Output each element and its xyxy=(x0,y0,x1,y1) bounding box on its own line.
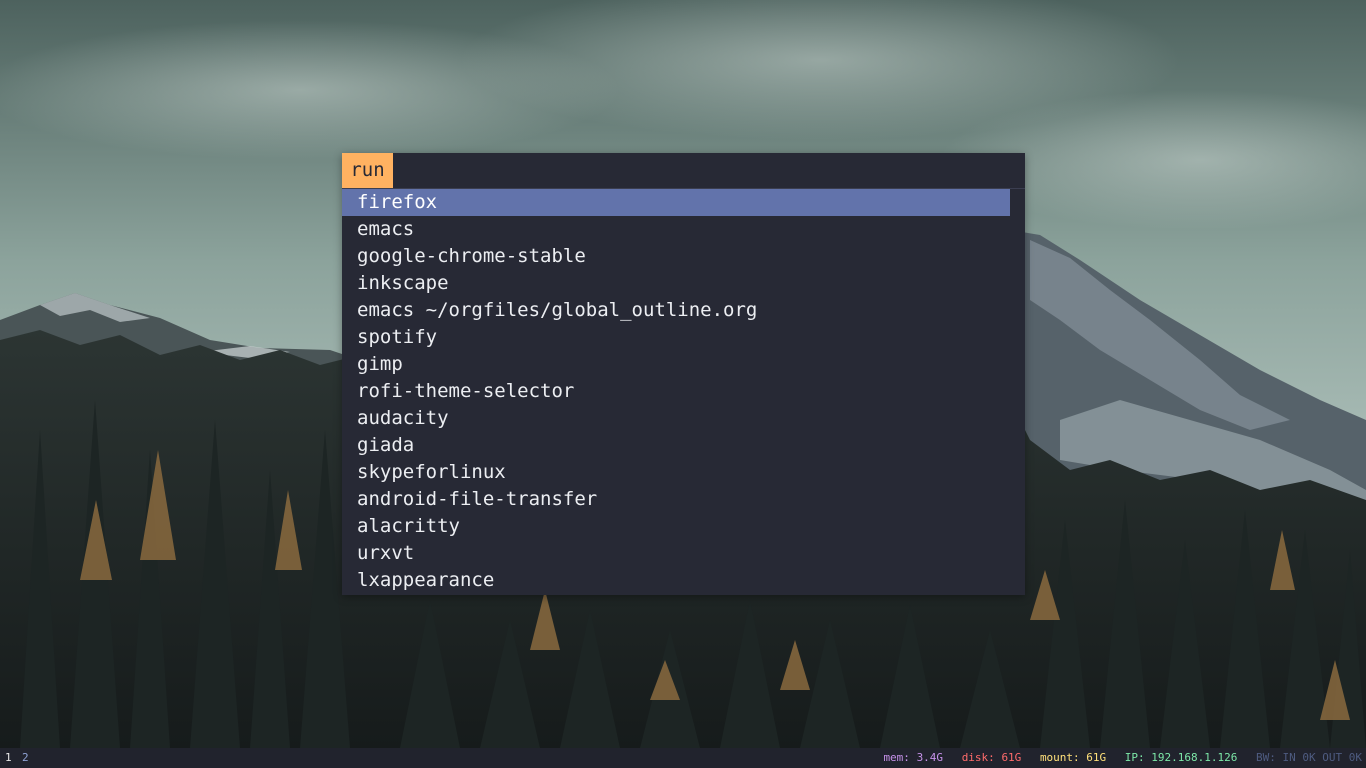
list-item[interactable]: emacs ~/orgfiles/global_outline.org xyxy=(342,297,1010,324)
list-item[interactable]: inkscape xyxy=(342,270,1010,297)
results-list: firefox emacs google-chrome-stable inksc… xyxy=(342,189,1025,594)
list-item[interactable]: gimp xyxy=(342,351,1010,378)
prompt-row: run xyxy=(342,153,1025,189)
ip-label: IP: xyxy=(1124,751,1152,764)
memory-label: mem: xyxy=(883,751,917,764)
list-item[interactable]: lxappearance xyxy=(342,567,1010,594)
list-item[interactable]: google-chrome-stable xyxy=(342,243,1010,270)
workspace-2-button[interactable]: 2 xyxy=(22,748,29,768)
memory-stat: mem: 3.4G xyxy=(883,751,943,764)
status-bar: 1 2 mem: 3.4G disk: 61G mount: 61G IP: 1… xyxy=(0,748,1366,768)
list-item[interactable]: rofi-theme-selector xyxy=(342,378,1010,405)
list-item[interactable]: skypeforlinux xyxy=(342,459,1010,486)
list-item[interactable]: firefox xyxy=(342,189,1010,216)
run-prompt-label: run xyxy=(342,153,393,188)
list-item[interactable]: emacs xyxy=(342,216,1010,243)
mount-value: 61G xyxy=(1086,751,1107,764)
ip-stat: IP: 192.168.1.126 xyxy=(1125,751,1238,764)
list-item[interactable]: alacritty xyxy=(342,513,1010,540)
bandwidth-label: BW: xyxy=(1256,751,1283,764)
mount-stat: mount: 61G xyxy=(1040,751,1106,764)
search-input[interactable] xyxy=(398,153,1018,188)
list-item[interactable]: spotify xyxy=(342,324,1010,351)
system-stats: mem: 3.4G disk: 61G mount: 61G IP: 192.1… xyxy=(871,748,1362,768)
memory-value: 3.4G xyxy=(916,751,944,764)
mount-label: mount: xyxy=(1039,751,1087,764)
disk-stat: disk: 61G xyxy=(962,751,1022,764)
bandwidth-stat: BW: IN 0K OUT 0K xyxy=(1256,751,1362,764)
ip-value: 192.168.1.126 xyxy=(1151,751,1238,764)
bandwidth-value: IN 0K OUT 0K xyxy=(1282,751,1362,764)
disk-label: disk: xyxy=(961,751,1002,764)
workspace-1-button[interactable]: 1 xyxy=(5,748,12,768)
run-launcher: run firefox emacs google-chrome-stable i… xyxy=(342,153,1025,595)
list-item[interactable]: giada xyxy=(342,432,1010,459)
list-item[interactable]: android-file-transfer xyxy=(342,486,1010,513)
disk-value: 61G xyxy=(1001,751,1022,764)
list-item[interactable]: urxvt xyxy=(342,540,1010,567)
list-item[interactable]: audacity xyxy=(342,405,1010,432)
